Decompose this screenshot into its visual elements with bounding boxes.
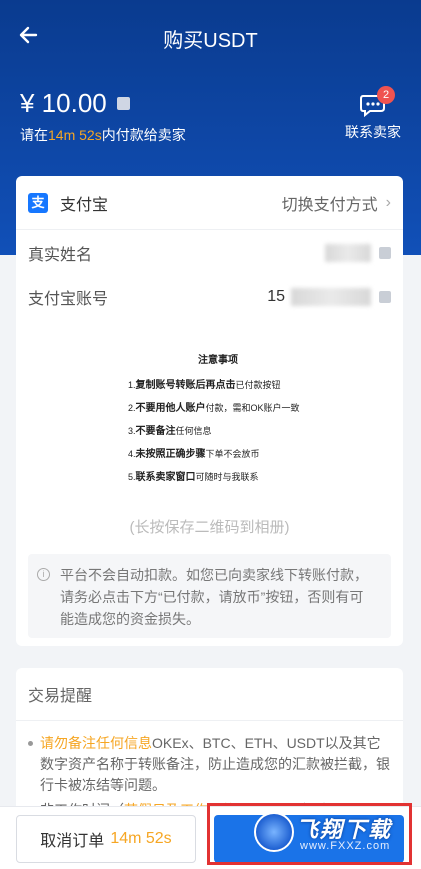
payment-method-name: 支付宝 bbox=[60, 196, 109, 214]
payment-countdown: 请在14m 52s内付款给卖家 bbox=[20, 125, 186, 145]
account-value-redacted bbox=[291, 288, 371, 306]
nav-bar: 购买USDT bbox=[0, 0, 421, 72]
countdown-prefix: 请在 bbox=[20, 127, 48, 143]
alipay-icon: 支 bbox=[28, 192, 48, 213]
copy-name-icon[interactable] bbox=[379, 247, 391, 259]
real-name-label: 真实姓名 bbox=[28, 247, 93, 264]
qr-note-item: 3.不要备注任何信息 bbox=[128, 426, 212, 437]
switch-payment-button[interactable]: 切换支付方式 › bbox=[282, 191, 391, 215]
save-qr-hint: (长按保存二维码到相册) bbox=[129, 519, 290, 536]
trade-tips-card: 交易提醒 请勿备注任何信息OKEx、BTC、ETH、USDT以及其它数字资产名称… bbox=[16, 668, 403, 818]
contact-seller-button[interactable]: 2 联系卖家 bbox=[343, 86, 403, 142]
qr-code-image[interactable]: 注意事项 1.复制账号转账后再点击已付款按钮 2.不要用他人账户付款，需和OK账… bbox=[128, 351, 308, 483]
real-name-value-redacted bbox=[325, 244, 371, 262]
contact-label: 联系卖家 bbox=[345, 124, 401, 140]
real-name-row: 真实姓名 bbox=[28, 238, 391, 268]
cancel-countdown: 14m 52s bbox=[110, 830, 172, 847]
account-label: 支付宝账号 bbox=[28, 291, 109, 308]
info-icon: i bbox=[37, 568, 50, 581]
qr-notes-title: 注意事项 bbox=[198, 355, 238, 366]
page-title: 购买USDT bbox=[163, 30, 258, 52]
chevron-right-icon: › bbox=[385, 193, 391, 211]
switch-payment-label: 切换支付方式 bbox=[281, 196, 378, 214]
notice-text: 平台不会自动扣款。如您已向卖家线下转账付款，请务必点击下方“已付款，请放币”按钮… bbox=[60, 567, 368, 627]
cancel-order-button[interactable]: 取消订单 14m 52s bbox=[16, 815, 196, 863]
order-amount: ¥ 10.00 bbox=[20, 88, 130, 119]
tip-item: 请勿备注任何信息OKEx、BTC、ETH、USDT以及其它数字资产名称于转账备注… bbox=[28, 733, 391, 796]
unread-badge: 2 bbox=[377, 86, 395, 104]
copy-account-icon[interactable] bbox=[379, 291, 391, 303]
amount-value: ¥ 10.00 bbox=[20, 88, 107, 118]
countdown-suffix: 内付款给卖家 bbox=[101, 127, 186, 143]
account-prefix: 15 bbox=[267, 288, 285, 305]
account-row: 支付宝账号 15 bbox=[28, 282, 391, 312]
qr-note-item: 2.不要用他人账户付款，需和OK账户一致 bbox=[128, 403, 300, 414]
countdown-time: 14m 52s bbox=[48, 127, 102, 143]
qr-note-item: 5.联系卖家窗口可随时与我联系 bbox=[128, 472, 259, 483]
tip-warning: 请勿备注任何信息 bbox=[40, 735, 152, 751]
tips-title: 交易提醒 bbox=[28, 688, 93, 705]
highlight-annotation bbox=[207, 803, 412, 865]
payment-method-row: 支 支付宝 切换支付方式 › bbox=[16, 176, 403, 230]
copy-amount-icon[interactable] bbox=[116, 97, 130, 110]
qr-note-item: 4.未按照正确步骤下单不会放币 bbox=[128, 449, 260, 460]
qr-note-item: 1.复制账号转账后再点击已付款按钮 bbox=[128, 380, 281, 391]
payment-notice: i 平台不会自动扣款。如您已向卖家线下转账付款，请务必点击下方“已付款，请放币”… bbox=[28, 554, 391, 638]
divider bbox=[16, 720, 403, 721]
cancel-label: 取消订单 bbox=[40, 833, 105, 850]
payment-card: 支 支付宝 切换支付方式 › 真实姓名 支付宝账号 15 注意事项 1.复制账号… bbox=[16, 176, 403, 646]
